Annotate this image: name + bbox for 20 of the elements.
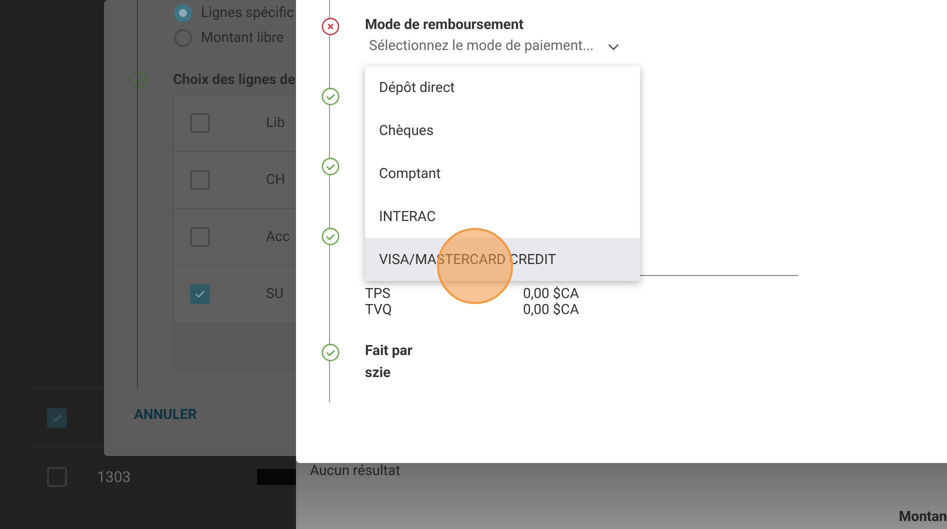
menu-item[interactable]: Chèques bbox=[365, 109, 640, 152]
table-cell-text: 1303 bbox=[97, 468, 132, 486]
menu-item[interactable]: Dépôt direct bbox=[365, 66, 640, 109]
step-title: Fait par bbox=[365, 342, 414, 361]
checkbox[interactable] bbox=[47, 467, 67, 487]
amount-value: 0,00 $CA bbox=[523, 286, 579, 302]
payment-select[interactable]: Sélectionnez le mode de paiement... bbox=[369, 38, 631, 54]
author-name: szie bbox=[365, 364, 392, 383]
step-title: Mode de remboursement bbox=[365, 16, 524, 35]
checkbox[interactable] bbox=[47, 408, 67, 428]
column-header: Montan bbox=[898, 509, 947, 525]
amount-label: TPS bbox=[365, 286, 392, 302]
menu-item[interactable]: INTERAC bbox=[365, 195, 640, 238]
amount-value: 0,00 $CA bbox=[523, 302, 579, 318]
amount-label: TVQ bbox=[365, 302, 393, 318]
check-circle-icon bbox=[129, 71, 147, 89]
checkbox[interactable] bbox=[190, 284, 210, 304]
radio-button[interactable] bbox=[174, 4, 192, 22]
status-tag bbox=[257, 469, 297, 485]
menu-item[interactable]: Comptant bbox=[365, 152, 640, 195]
